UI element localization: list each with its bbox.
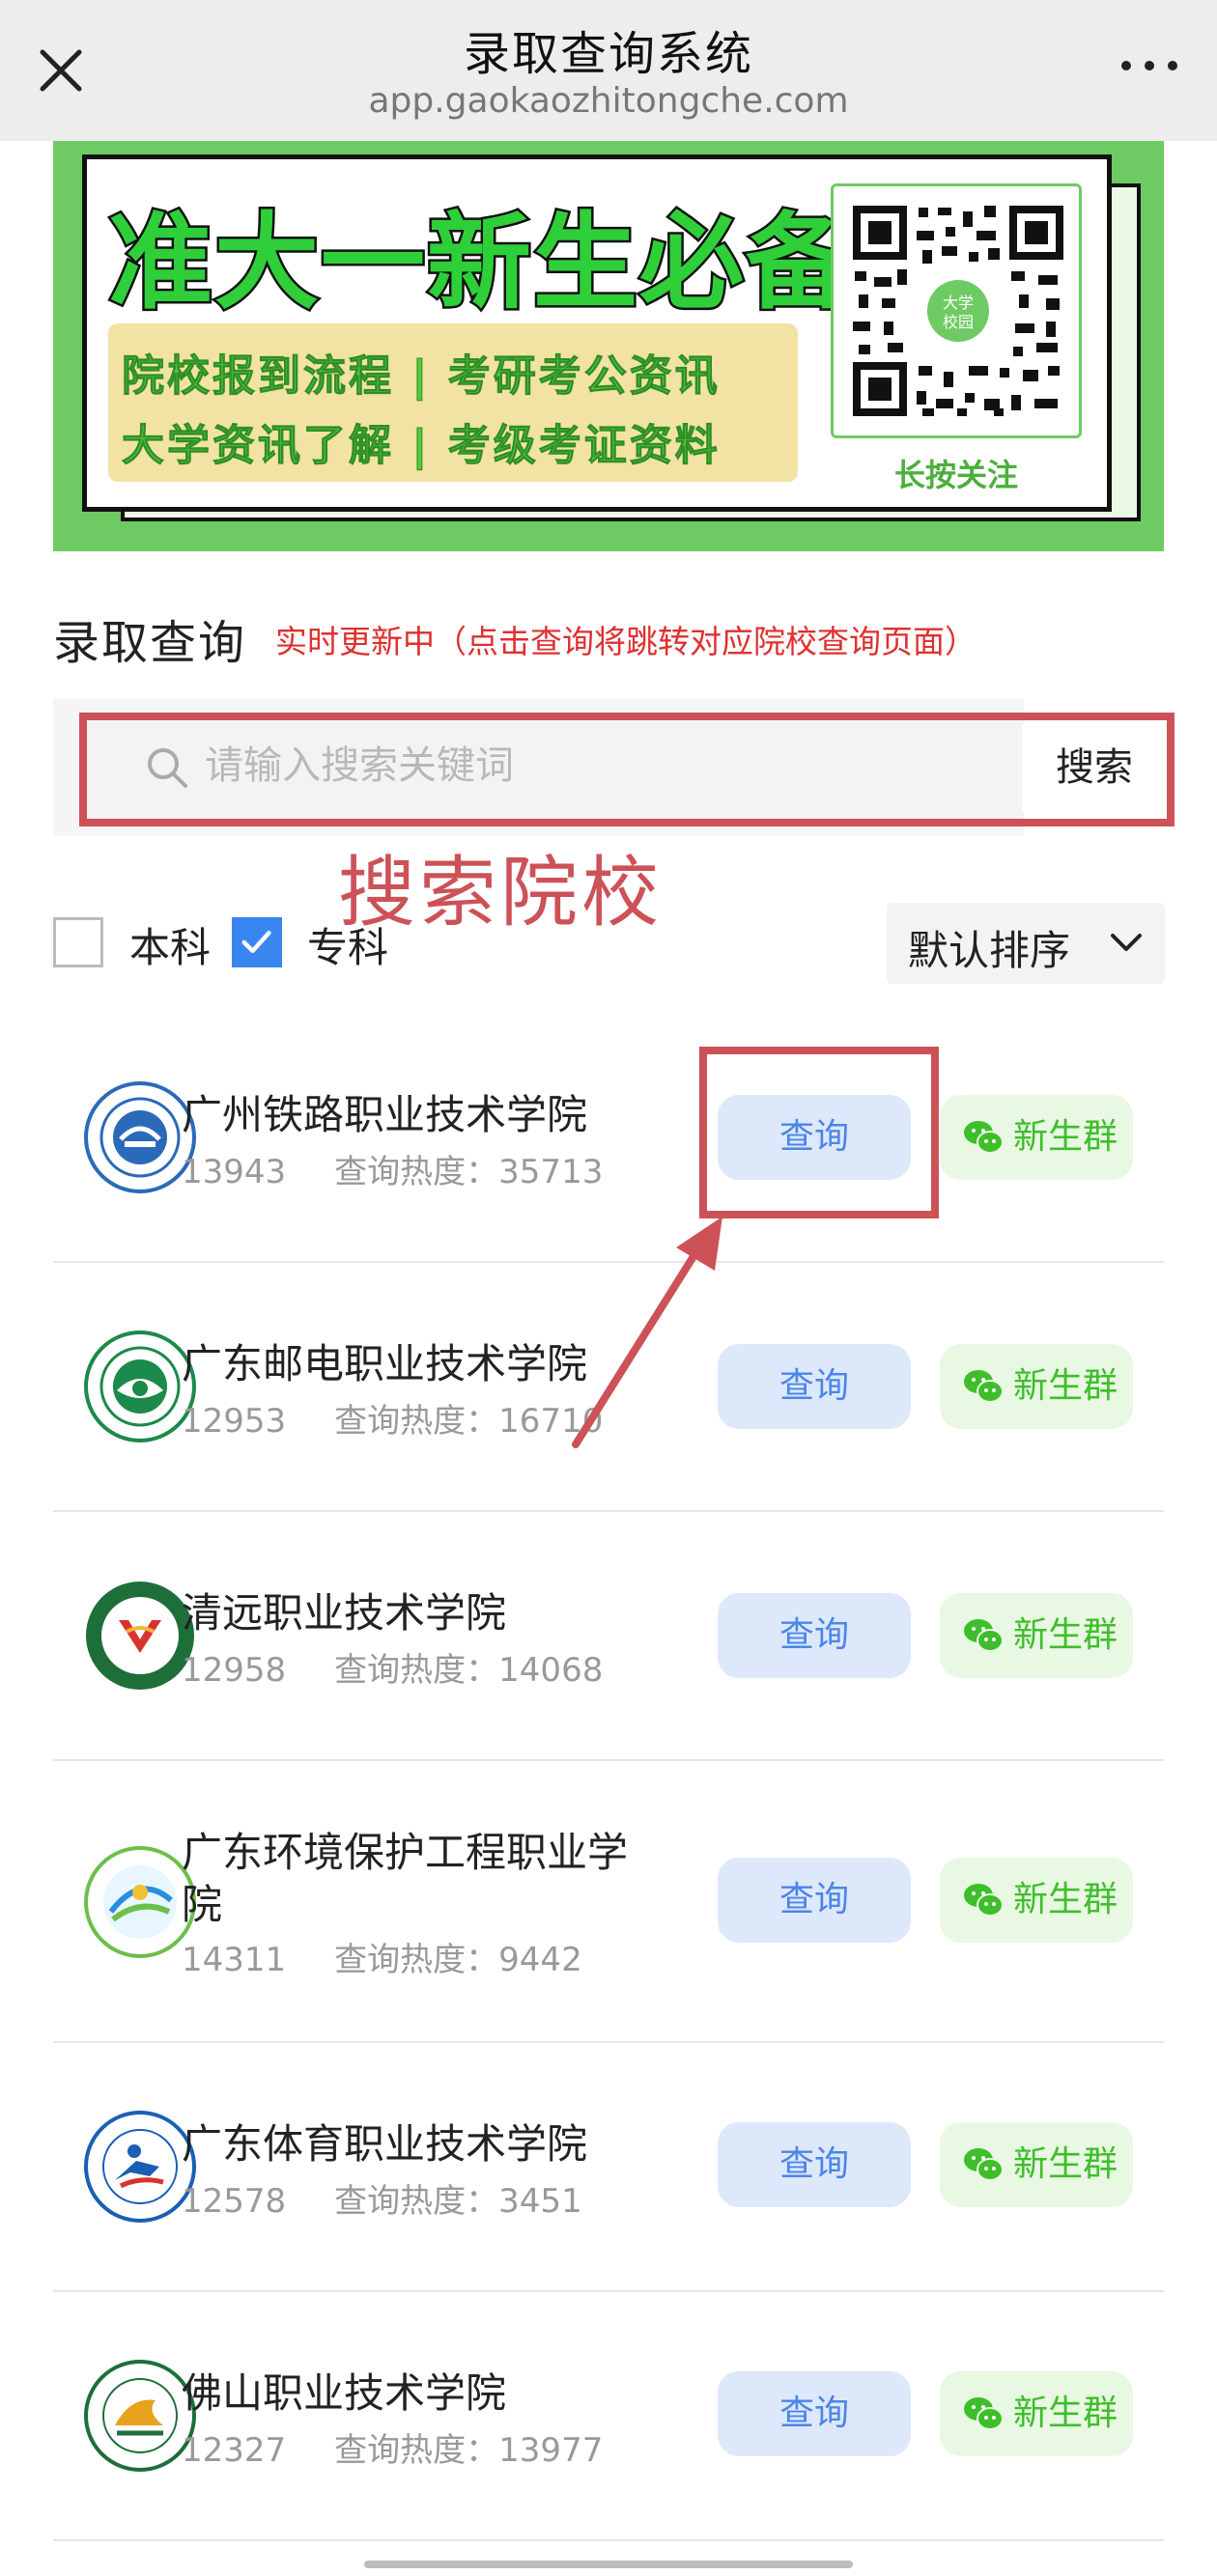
group-button-label: 新生群 xyxy=(1013,2144,1118,2184)
college-meta: 12578 查询热度：3451 xyxy=(182,2174,582,2222)
college-name[interactable]: 广州铁路职业技术学院 xyxy=(182,1089,703,1141)
filter-label-vocational: 专科 xyxy=(307,924,389,971)
wechat-icon xyxy=(964,2148,1004,2181)
group-button-label: 新生群 xyxy=(1013,1880,1118,1919)
college-logo xyxy=(84,1846,196,1958)
query-button[interactable]: 查询 xyxy=(718,2371,911,2456)
college-code: 13943 xyxy=(182,1153,287,1191)
new-student-group-button[interactable]: 新生群 xyxy=(940,1858,1133,1943)
wechat-icon xyxy=(964,1370,1004,1403)
group-button-label: 新生群 xyxy=(1013,1615,1118,1655)
top-navbar: 录取查询系统 app.gaokaozhitongche.com xyxy=(0,0,1217,141)
new-student-group-button[interactable]: 新生群 xyxy=(940,1095,1133,1180)
annotation-arrow-icon xyxy=(572,1217,722,1448)
sort-dropdown[interactable]: 默认排序 xyxy=(887,903,1165,984)
wechat-icon xyxy=(964,2397,1004,2430)
wechat-icon xyxy=(964,1619,1004,1652)
query-heat: 查询热度：14068 xyxy=(334,1651,604,1690)
page-url: app.gaokaozhitongche.com xyxy=(368,81,849,121)
college-code: 14311 xyxy=(182,1941,287,1979)
banner-feature-box: 院校报到流程 | 考研考公资讯 大学资讯了解 | 考级考证资料 xyxy=(108,323,798,482)
new-student-group-button[interactable]: 新生群 xyxy=(940,1344,1133,1429)
new-student-group-button[interactable]: 新生群 xyxy=(940,2371,1133,2456)
filter-label-undergraduate: 本科 xyxy=(129,924,212,971)
section-title: 录取查询 xyxy=(53,616,247,670)
checkmark-icon xyxy=(241,931,271,954)
banner-headline: 准大一新生必备 xyxy=(105,201,853,326)
college-name[interactable]: 广东体育职业技术学院 xyxy=(182,2118,703,2170)
sort-label: 默认排序 xyxy=(908,927,1071,974)
college-logo xyxy=(84,1081,196,1193)
row-divider xyxy=(53,2041,1164,2043)
row-divider xyxy=(53,1759,1164,1761)
checkbox-vocational[interactable] xyxy=(232,917,282,967)
svg-text:大学: 大学 xyxy=(943,294,974,312)
query-heat: 查询热度：3451 xyxy=(334,2182,582,2221)
page: 录取查询系统 app.gaokaozhitongche.com 准大一新生必备 … xyxy=(0,0,1217,2576)
new-student-group-button[interactable]: 新生群 xyxy=(940,1593,1133,1678)
row-divider xyxy=(53,2290,1164,2292)
banner-feature-line: 大学资讯了解 | 考级考证资料 xyxy=(122,421,721,471)
college-logo xyxy=(84,2111,196,2223)
qr-caption: 长按关注 xyxy=(893,457,1018,493)
group-button-label: 新生群 xyxy=(1013,1117,1118,1157)
college-code: 12327 xyxy=(182,2431,287,2470)
row-divider xyxy=(53,2539,1164,2541)
more-options-icon[interactable] xyxy=(1111,46,1188,85)
college-meta: 12327 查询热度：13977 xyxy=(182,2423,603,2471)
college-meta: 12953 查询热度：16710 xyxy=(182,1394,603,1442)
college-meta: 14311 查询热度：9442 xyxy=(182,1933,582,1980)
college-logo xyxy=(84,2360,196,2472)
annotation-highlight-box xyxy=(79,713,1175,826)
banner-feature-line: 院校报到流程 | 考研考公资讯 xyxy=(122,351,721,402)
query-heat: 查询热度：9442 xyxy=(334,1941,582,1979)
qr-code-frame[interactable]: 大学 校园 xyxy=(831,183,1082,438)
college-meta: 13943 查询热度：35713 xyxy=(182,1145,603,1192)
college-name[interactable]: 广东环境保护工程职业学院 xyxy=(182,1827,665,1931)
college-code: 12953 xyxy=(182,1402,287,1441)
home-indicator xyxy=(364,2561,853,2568)
college-name[interactable]: 清远职业技术学院 xyxy=(182,1587,703,1639)
promo-banner[interactable]: 准大一新生必备 院校报到流程 | 考研考公资讯 大学资讯了解 | 考级考证资料 xyxy=(53,141,1164,551)
svg-text:校园: 校园 xyxy=(943,313,974,331)
group-button-label: 新生群 xyxy=(1013,1366,1118,1406)
query-button[interactable]: 查询 xyxy=(718,1344,911,1429)
section-note: 实时更新中（点击查询将跳转对应院校查询页面） xyxy=(275,623,976,660)
query-heat: 查询热度：13977 xyxy=(334,2431,604,2470)
qr-code-icon: 大学 校园 xyxy=(849,202,1067,420)
chevron-down-icon xyxy=(1111,934,1142,951)
banner-card: 准大一新生必备 院校报到流程 | 考研考公资讯 大学资讯了解 | 考级考证资料 xyxy=(82,154,1112,512)
wechat-icon xyxy=(964,1121,1004,1154)
wechat-icon xyxy=(964,1884,1004,1917)
college-code: 12958 xyxy=(182,1651,287,1690)
college-logo xyxy=(86,1582,194,1690)
annotation-highlight-box xyxy=(699,1047,939,1218)
query-button[interactable]: 查询 xyxy=(718,1593,911,1678)
college-meta: 12958 查询热度：14068 xyxy=(182,1643,603,1691)
query-button[interactable]: 查询 xyxy=(718,2122,911,2207)
query-heat: 查询热度：35713 xyxy=(334,1153,604,1191)
row-divider xyxy=(53,1510,1164,1512)
new-student-group-button[interactable]: 新生群 xyxy=(940,2122,1133,2207)
group-button-label: 新生群 xyxy=(1013,2394,1118,2433)
college-logo xyxy=(84,1330,196,1442)
query-button[interactable]: 查询 xyxy=(718,1858,911,1943)
college-code: 12578 xyxy=(182,2182,287,2221)
page-title: 录取查询系统 xyxy=(463,27,753,81)
checkbox-undergraduate[interactable] xyxy=(53,917,103,967)
college-name[interactable]: 佛山职业技术学院 xyxy=(182,2367,703,2420)
